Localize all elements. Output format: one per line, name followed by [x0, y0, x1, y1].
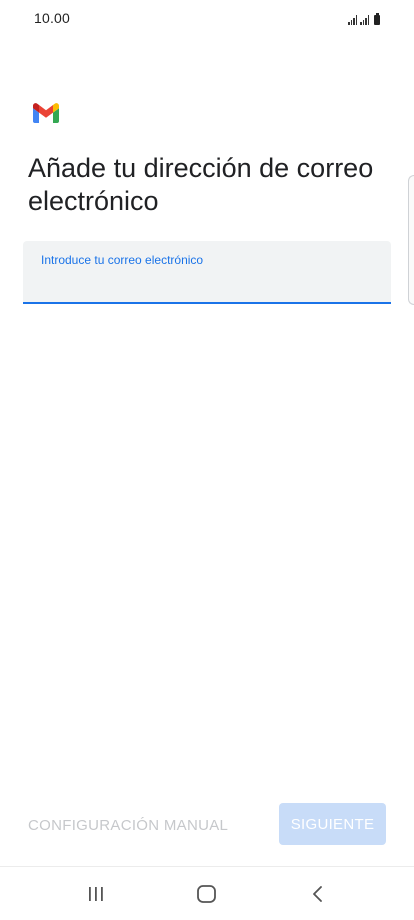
signal-icon — [360, 15, 369, 25]
page-title: Añade tu dirección de correo electrónico — [28, 153, 374, 216]
manual-config-button[interactable]: CONFIGURACIÓN MANUAL — [24, 805, 232, 845]
screen: 10.00 Añade tu dirección de correo elect… — [0, 0, 414, 920]
back-button[interactable] — [288, 874, 348, 914]
back-icon — [313, 885, 323, 902]
recent-apps-icon — [88, 886, 103, 901]
status-time: 10.00 — [34, 10, 71, 26]
nav-bar — [0, 867, 414, 920]
recent-apps-button[interactable] — [66, 874, 126, 914]
signal-icon — [348, 15, 357, 25]
status-bar: 10.00 — [0, 0, 414, 36]
email-field[interactable]: Introduce tu correo electrónico — [23, 241, 391, 304]
home-button[interactable] — [177, 874, 237, 914]
edge-panel-handle[interactable] — [408, 175, 414, 305]
gmail-logo — [33, 103, 59, 123]
status-icons — [348, 11, 380, 25]
next-button[interactable]: SIGUIENTE — [279, 803, 386, 845]
email-input[interactable] — [41, 272, 379, 294]
email-field-label: Introduce tu correo electrónico — [41, 253, 204, 267]
battery-icon — [374, 13, 380, 25]
home-icon — [197, 884, 216, 903]
